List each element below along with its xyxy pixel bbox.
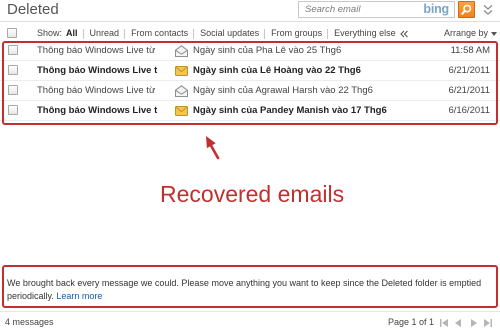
- red-arrow-icon: [206, 136, 220, 160]
- filter-from-groups[interactable]: From groups: [271, 27, 322, 40]
- caret-down-icon: [491, 31, 497, 36]
- message-subject: Ngày sinh của Lê Hoàng vào 22 Thg6: [193, 65, 361, 76]
- search-box[interactable]: bing: [298, 1, 455, 18]
- message-row[interactable]: Thông báo Windows Live từ Ngày sinh của …: [0, 41, 500, 61]
- show-label: Show:: [37, 28, 63, 38]
- search-button[interactable]: [458, 1, 475, 18]
- arrange-by-label: Arrange by: [443, 28, 488, 38]
- double-chevron-left-icon: [399, 30, 408, 37]
- message-list: Thông báo Windows Live từ Ngày sinh của …: [0, 41, 500, 121]
- message-sender: Thông báo Windows Live t: [37, 65, 158, 76]
- message-count: 4 messages: [5, 317, 54, 327]
- message-subject: Ngày sinh của Agrawal Harsh vào 22 Thg6: [193, 85, 373, 96]
- search-icon: [461, 4, 472, 15]
- message-row[interactable]: Thông báo Windows Live t Ngày sinh của P…: [0, 101, 500, 121]
- message-checkbox[interactable]: [8, 65, 18, 75]
- filter-bar: Show: All Unread From contacts Social up…: [37, 27, 408, 40]
- message-subject: Ngày sinh của Pha Lê vào 25 Thg6: [193, 45, 342, 56]
- header-divider: [0, 21, 500, 22]
- filter-all[interactable]: All: [66, 27, 78, 40]
- filter-separator: [264, 28, 266, 39]
- filter-separator: [82, 28, 84, 39]
- message-sender: Thông báo Windows Live từ: [37, 45, 156, 56]
- message-subject: Ngày sinh của Pandey Manish vào 17 Thg6: [193, 105, 387, 116]
- message-checkbox[interactable]: [8, 45, 18, 55]
- annotation-label: Recovered emails: [160, 181, 345, 207]
- filter-collapse-button[interactable]: [399, 30, 408, 38]
- page-info: Page 1 of 1: [387, 317, 434, 327]
- message-date: 6/16/2011: [448, 105, 490, 116]
- read-envelope-icon[interactable]: [175, 41, 188, 60]
- filter-everything-else[interactable]: Everything else: [334, 27, 396, 40]
- read-envelope-icon[interactable]: [175, 81, 188, 100]
- message-row[interactable]: Thông báo Windows Live từ Ngày sinh của …: [0, 81, 500, 101]
- unread-envelope-icon[interactable]: [175, 101, 188, 120]
- message-checkbox[interactable]: [8, 105, 18, 115]
- arrange-by-dropdown[interactable]: Arrange by: [444, 27, 497, 40]
- search-input[interactable]: [299, 2, 417, 17]
- recovery-notice: We brought back every message we could. …: [7, 277, 495, 303]
- select-all-checkbox[interactable]: [7, 28, 17, 38]
- message-checkbox[interactable]: [8, 85, 18, 95]
- filter-unread[interactable]: Unread: [90, 27, 120, 40]
- message-sender: Thông báo Windows Live từ: [37, 85, 156, 96]
- first-page-icon[interactable]: [440, 318, 448, 327]
- learn-more-link[interactable]: Learn more: [56, 291, 102, 301]
- filter-separator: [327, 28, 329, 39]
- pagination: Page 1 of 1: [388, 316, 492, 329]
- message-date: 11:58 AM: [450, 45, 490, 56]
- last-page-icon[interactable]: [484, 318, 492, 327]
- next-page-icon[interactable]: [471, 318, 477, 327]
- previous-page-icon[interactable]: [455, 318, 461, 327]
- header-toggle-button[interactable]: [482, 4, 493, 16]
- message-row[interactable]: Thông báo Windows Live t Ngày sinh của L…: [0, 61, 500, 81]
- message-date: 6/21/2011: [448, 65, 490, 76]
- bing-logo: bing: [423, 2, 449, 16]
- page-title: Deleted: [7, 1, 59, 18]
- message-date: 6/21/2011: [448, 85, 490, 96]
- message-sender: Thông báo Windows Live t: [37, 105, 158, 116]
- filter-separator: [124, 28, 126, 39]
- footer-divider: [0, 311, 500, 312]
- filter-social-updates[interactable]: Social updates: [200, 27, 259, 40]
- filter-from-contacts[interactable]: From contacts: [131, 27, 188, 40]
- filter-separator: [193, 28, 195, 39]
- unread-envelope-icon[interactable]: [175, 61, 188, 80]
- double-chevron-down-icon: [483, 5, 492, 15]
